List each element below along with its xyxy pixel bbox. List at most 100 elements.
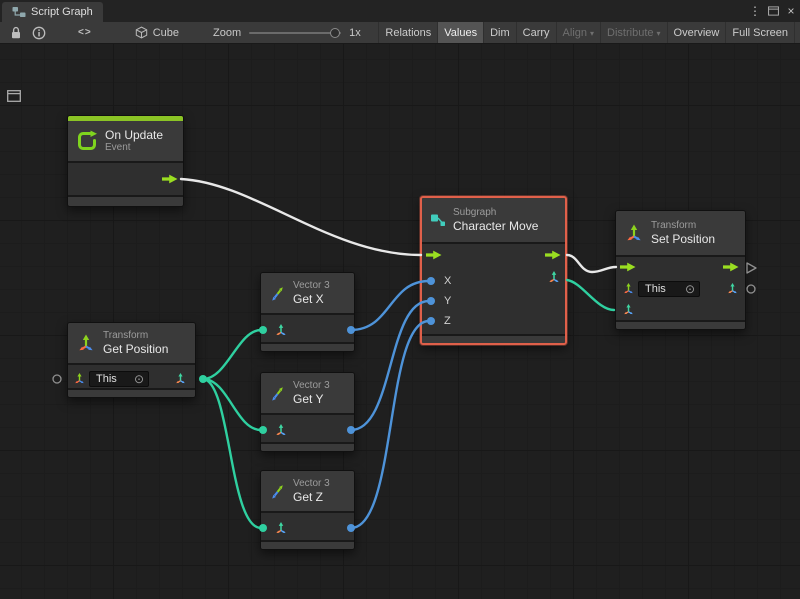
info-icon [32, 26, 46, 40]
node-kind: Event [105, 142, 163, 154]
dropdown-arrow-icon: ▾ [657, 29, 661, 38]
transform-output-port[interactable] [726, 282, 739, 295]
flow-output-port[interactable] [545, 250, 561, 260]
node-character-move[interactable]: Subgraph Character Move X Y Z [420, 196, 567, 345]
node-divider [261, 511, 354, 513]
transform-input-port[interactable] [622, 282, 635, 295]
button-label: Dim [490, 27, 510, 39]
port-label-y: Y [444, 294, 451, 308]
kebab-menu-icon: ⋮ [749, 4, 761, 18]
info-button[interactable] [27, 22, 51, 43]
lock-icon [10, 26, 22, 40]
zoom-slider-track[interactable] [249, 32, 341, 34]
vector3-gizmo-icon [549, 271, 558, 282]
this-object-field[interactable]: This ⊙ [638, 281, 700, 297]
vector3-gizmo-icon [276, 324, 285, 335]
button-label: Relations [385, 27, 431, 39]
node-footer [261, 344, 354, 351]
node-get-x[interactable]: Vector 3 Get X [260, 272, 355, 352]
dropdown-arrow-icon: ▾ [590, 29, 594, 38]
wire-float-getx-to-x[interactable] [351, 281, 429, 330]
window-close-button[interactable]: × [782, 0, 800, 22]
wire-flow-charactermove-to-setposition[interactable] [567, 255, 616, 272]
vector3-value-input-port[interactable] [622, 303, 635, 316]
node-footer [422, 336, 565, 343]
values-button[interactable]: Values [437, 22, 483, 43]
node-get-y[interactable]: Vector 3 Get Y [260, 372, 355, 452]
full-screen-button[interactable]: Full Screen [725, 22, 795, 43]
wire-float-gety-to-y[interactable] [351, 301, 429, 430]
carry-button[interactable]: Carry [516, 22, 556, 43]
dim-button[interactable]: Dim [483, 22, 516, 43]
flow-arrow-icon [162, 175, 178, 184]
this-input-port-unconnected[interactable] [53, 375, 61, 383]
window-maximize-button[interactable] [764, 0, 782, 22]
node-divider [261, 413, 354, 415]
transform-gizmo-icon [624, 283, 633, 293]
tab-script-graph[interactable]: Script Graph [2, 2, 103, 22]
node-footer [68, 197, 183, 206]
zoom-value: 1x [349, 27, 361, 39]
flow-output-port[interactable] [723, 262, 739, 272]
node-title: Get Y [293, 392, 330, 406]
wire-float-getz-to-z[interactable] [351, 321, 429, 528]
wire-vector3-getposition-to-gety[interactable] [203, 379, 261, 430]
node-kind: Vector 3 [293, 280, 330, 292]
vector3-input-port[interactable] [274, 521, 288, 535]
vector3-input-port[interactable] [274, 323, 288, 337]
node-divider [616, 255, 745, 257]
vector3-gizmo-icon [624, 304, 633, 314]
this-object-field[interactable]: This ⊙ [89, 371, 149, 387]
wire-flow-onupdate-to-charactermove[interactable] [181, 179, 421, 255]
button-label: Distribute [607, 27, 653, 39]
wire-vector3-getposition-to-getz[interactable] [203, 379, 261, 528]
flow-output-port[interactable] [162, 174, 178, 184]
vector3-icon [269, 385, 286, 402]
toolbar-button-group: Relations Values Dim Carry Align ▾ Distr… [378, 22, 795, 43]
flow-output-port-unconnected[interactable] [747, 263, 756, 273]
node-on-update[interactable]: On Update Event [67, 115, 184, 207]
node-kind: Subgraph [453, 207, 538, 219]
script-graph-icon [12, 6, 26, 18]
object-picker-icon[interactable]: ⊙ [134, 373, 144, 385]
node-header[interactable]: Vector 3 Get X [261, 273, 354, 313]
close-icon: × [787, 4, 794, 18]
zoom-slider-handle[interactable] [330, 28, 340, 38]
transform-output-port-unconnected[interactable] [747, 285, 755, 293]
vector3-output-dot[interactable] [199, 375, 207, 383]
node-set-position[interactable]: Transform Set Position This ⊙ [615, 210, 746, 330]
vector3-input-port[interactable] [274, 423, 288, 437]
cube-icon [135, 26, 148, 39]
node-header[interactable]: Vector 3 Get Z [261, 471, 354, 511]
relations-button[interactable]: Relations [378, 22, 437, 43]
node-title: Get X [293, 292, 330, 306]
transform-input-port[interactable] [73, 372, 86, 385]
graph-canvas[interactable]: On Update Event Subgraph Character Move … [0, 44, 800, 599]
wire-vector3-charactermove-to-setposition[interactable] [567, 280, 614, 310]
align-button[interactable]: Align ▾ [556, 22, 600, 43]
distribute-button[interactable]: Distribute ▾ [600, 22, 666, 43]
graph-target-chip[interactable]: Cube [135, 26, 179, 39]
flow-input-port[interactable] [620, 262, 636, 272]
flow-input-port[interactable] [426, 250, 442, 260]
zoom-slider[interactable] [249, 26, 341, 40]
vector3-output-port[interactable] [547, 270, 561, 284]
object-picker-icon[interactable]: ⊙ [685, 283, 695, 295]
node-header[interactable]: Transform Set Position [616, 211, 745, 255]
overview-button[interactable]: Overview [667, 22, 726, 43]
graph-inspector-toggle[interactable] [5, 88, 23, 103]
wire-vector3-getposition-to-getx[interactable] [203, 330, 261, 379]
node-get-z[interactable]: Vector 3 Get Z [260, 470, 355, 550]
node-header[interactable]: On Update Event [68, 121, 183, 161]
lock-button[interactable] [5, 22, 27, 43]
node-header[interactable]: Transform Get Position [68, 323, 195, 363]
node-get-position[interactable]: Transform Get Position This ⊙ [67, 322, 196, 398]
node-header[interactable]: Vector 3 Get Y [261, 373, 354, 413]
flow-arrow-icon [620, 263, 636, 272]
window-menu-button[interactable]: ⋮ [746, 0, 764, 22]
port-label-x: X [444, 274, 451, 288]
node-header[interactable]: Subgraph Character Move [422, 198, 565, 242]
code-view-button[interactable]: <> [73, 22, 97, 43]
vector3-output-port[interactable] [174, 372, 187, 385]
maximize-icon [768, 6, 779, 16]
